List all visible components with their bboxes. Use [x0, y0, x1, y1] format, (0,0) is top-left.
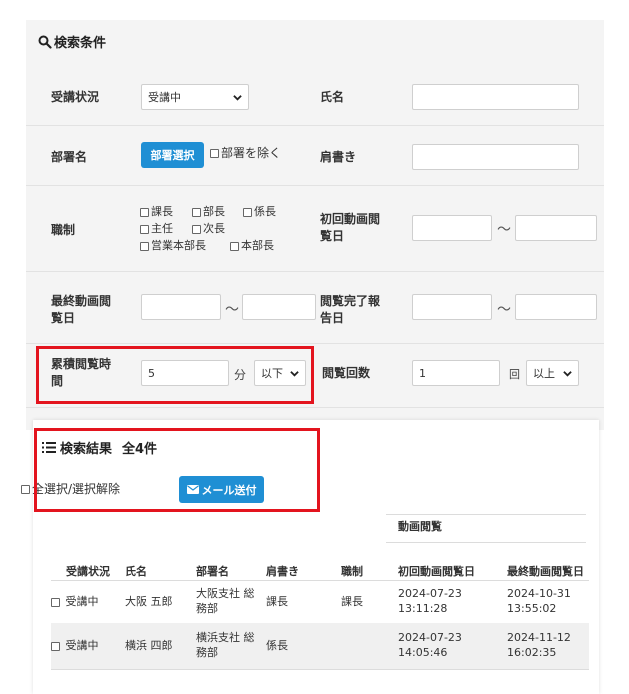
position-kakaricho-checkbox[interactable]: 係長 [243, 204, 276, 219]
search-row-status: 受講状況 受講中 氏名 [26, 68, 604, 126]
search-row-position: 職制 課長 部長 係長 主任 次長 営業本部長 本部長 初回動画閲 覧日 ～ [26, 186, 604, 272]
highlight-box-results [34, 428, 320, 512]
position-shunin-checkbox[interactable]: 主任 [140, 221, 173, 236]
row-name: 大阪 五郎 [125, 595, 173, 608]
first-view-to-input[interactable] [515, 215, 597, 241]
row-select-checkbox[interactable]: 受講中 [51, 638, 99, 653]
first-view-label: 初回動画閲 覧日 [320, 212, 381, 243]
complete-report-label: 閲覧完了報 告日 [320, 294, 381, 325]
highlight-box-cumulative [36, 346, 314, 404]
title-field-input[interactable] [412, 144, 579, 170]
status-label: 受講状況 [51, 90, 100, 104]
col-header-title[interactable]: 肩書き [266, 563, 299, 579]
col-header-name[interactable]: 氏名 [125, 563, 147, 579]
view-count-condition-select[interactable]: 以上 [526, 360, 579, 386]
dept-select-button[interactable]: 部署選択 [141, 142, 204, 168]
position-eigyo-honbucho-checkbox[interactable]: 営業本部長 [140, 238, 206, 253]
dept-label: 部署名 [51, 150, 88, 164]
last-view-separator: ～ [225, 302, 239, 318]
position-label: 職制 [51, 223, 76, 237]
row-first-view: 2024-07-23 13:11:28 [398, 587, 462, 615]
position-honbucho-checkbox[interactable]: 本部長 [230, 238, 274, 253]
col-header-dept[interactable]: 部署名 [196, 563, 229, 579]
row-dept: 横浜支社 総務部 [196, 631, 255, 659]
col-header-position[interactable]: 職制 [341, 563, 363, 579]
row-position: 課長 [341, 595, 363, 608]
search-row-dates: 最終動画閲 覧日 ～ 閲覧完了報 告日 ～ [26, 272, 604, 344]
search-title: 検索条件 [38, 32, 106, 51]
row-last-view: 2024-10-31 13:55:02 [507, 587, 571, 615]
search-row-dept: 部署名 部署選択 部署を除く 肩書き [26, 126, 604, 186]
chevron-down-icon [563, 371, 572, 377]
view-count-input[interactable] [412, 360, 500, 386]
view-count-unit: 回 [509, 368, 520, 381]
position-bucho-checkbox[interactable]: 部長 [192, 204, 225, 219]
col-header-status[interactable]: 受講状況 [66, 563, 110, 579]
row-last-view: 2024-11-12 16:02:35 [507, 631, 571, 659]
row-title: 係長 [266, 639, 288, 652]
position-kacho-checkbox[interactable]: 課長 [140, 204, 173, 219]
dept-exclude-checkbox[interactable]: 部署を除く [210, 146, 281, 161]
row-title: 課長 [266, 595, 288, 608]
first-view-separator: ～ [497, 222, 511, 238]
name-label: 氏名 [320, 90, 345, 104]
chevron-down-icon [233, 95, 242, 101]
position-jicho-checkbox[interactable]: 次長 [192, 221, 225, 236]
last-view-label: 最終動画閲 覧日 [51, 294, 112, 325]
checkbox-icon [210, 149, 219, 158]
last-view-from-input[interactable] [141, 294, 221, 320]
view-count-label: 閲覧回数 [322, 366, 371, 380]
col-header-first-view[interactable]: 初回動画閲覧日 [398, 563, 475, 579]
title-field-label: 肩書き [320, 150, 357, 164]
complete-report-separator: ～ [497, 302, 511, 318]
status-select[interactable]: 受講中 [141, 84, 249, 110]
complete-report-from-input[interactable] [412, 294, 492, 320]
first-view-from-input[interactable] [412, 215, 492, 241]
name-input[interactable] [412, 84, 579, 110]
group-header-video-view: 動画閲覧 [398, 520, 442, 533]
complete-report-to-input[interactable] [515, 294, 597, 320]
row-first-view: 2024-07-23 14:05:46 [398, 631, 462, 659]
search-icon [38, 35, 52, 49]
row-select-checkbox[interactable]: 受講中 [51, 594, 99, 609]
row-name: 横浜 四郎 [125, 639, 173, 652]
last-view-to-input[interactable] [242, 294, 316, 320]
col-header-last-view[interactable]: 最終動画閲覧日 [507, 563, 584, 579]
row-dept: 大阪支社 総務部 [196, 587, 255, 615]
